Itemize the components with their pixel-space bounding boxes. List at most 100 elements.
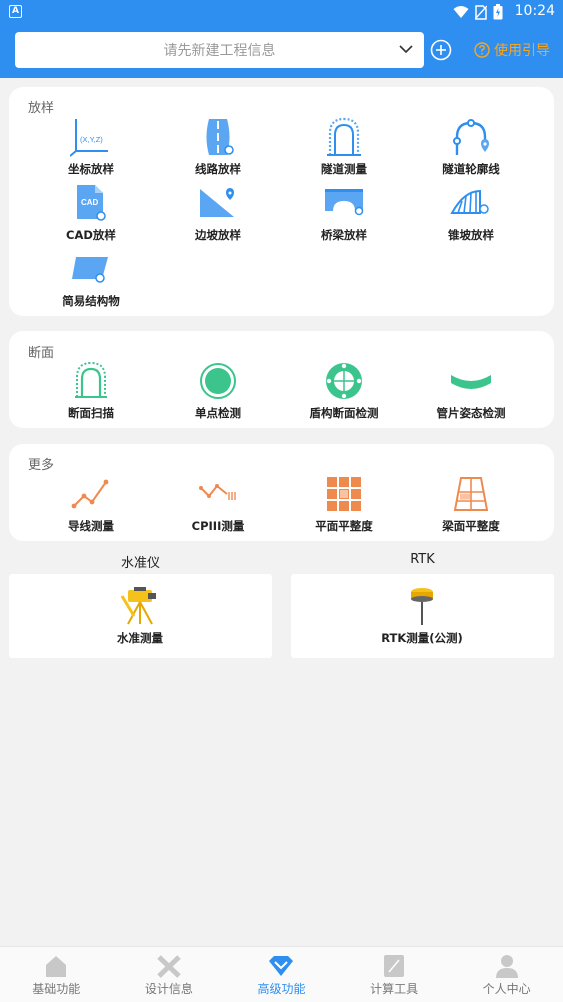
tool-label: 隧道轮廓线 bbox=[442, 162, 500, 176]
nav-advanced-functions[interactable]: 高级功能 bbox=[225, 947, 338, 1002]
level-measure-card[interactable]: 水准测量 bbox=[9, 574, 272, 658]
usage-guide-button[interactable]: 使用引导 bbox=[474, 39, 550, 61]
cad-icon-text: CAD bbox=[81, 198, 99, 207]
section-title: 断面 bbox=[28, 346, 55, 361]
nav-label: 高级功能 bbox=[257, 982, 306, 996]
cpiii-icon bbox=[199, 484, 236, 500]
traverse-icon bbox=[71, 479, 109, 509]
rtk-section-title: RTK bbox=[410, 552, 435, 567]
tool-label: 边坡放样 bbox=[195, 228, 241, 242]
diamond-icon bbox=[269, 956, 294, 976]
tool-label: 导线测量 bbox=[68, 519, 114, 533]
tool-single-point[interactable]: 单点检测 bbox=[158, 361, 278, 421]
status-icons bbox=[453, 4, 503, 20]
simple-structure-icon bbox=[72, 257, 108, 283]
cad-file-icon: CAD bbox=[77, 185, 106, 221]
home-icon bbox=[46, 956, 67, 977]
clock: 10:24 bbox=[514, 3, 555, 19]
notification-badge: A bbox=[9, 5, 22, 18]
chevron-down-icon bbox=[399, 45, 413, 54]
tool-label: RTK测量(公测) bbox=[381, 631, 463, 645]
app-bar: 请先新建工程信息 使用引导 bbox=[0, 24, 563, 78]
level-section-title: 水准仪 bbox=[120, 556, 160, 571]
tunnel-measure-icon bbox=[327, 117, 361, 156]
tool-cad-stakeout[interactable]: CAD CAD放样 bbox=[31, 183, 151, 243]
no-sim-icon bbox=[475, 4, 487, 20]
stakeout-title: 放样 bbox=[28, 101, 55, 116]
tool-cpiii[interactable]: CPIII测量 bbox=[158, 474, 278, 534]
tool-label: 断面扫描 bbox=[68, 406, 114, 420]
rtk-measure-card[interactable]: RTK测量(公测) bbox=[291, 574, 554, 658]
single-point-icon bbox=[200, 363, 236, 399]
status-bar: A 10:24 bbox=[0, 0, 563, 24]
more-title: 更多 bbox=[28, 458, 55, 473]
tool-label: 管片姿态检测 bbox=[436, 406, 506, 420]
user-icon bbox=[495, 955, 518, 978]
stakeout-card: 放样 (X,Y,Z) 坐标放样 线路放样 隧道测量 隧道轮廓线 CAD CAD放… bbox=[9, 87, 554, 316]
rtk-antenna-icon bbox=[411, 588, 433, 625]
bridge-icon bbox=[325, 189, 364, 216]
slope-icon bbox=[200, 188, 234, 217]
tool-label: 平面平整度 bbox=[315, 519, 373, 533]
tool-beam-flatness[interactable]: 梁面平整度 bbox=[411, 474, 531, 534]
tool-shield-section[interactable]: 盾构断面检测 bbox=[284, 361, 404, 421]
tool-label: 锥坡放样 bbox=[448, 228, 494, 242]
shield-section-icon bbox=[326, 363, 362, 399]
tool-label: 水准测量 bbox=[117, 631, 163, 645]
tool-label: 单点检测 bbox=[195, 406, 241, 420]
nav-personal-center[interactable]: 个人中心 bbox=[450, 947, 563, 1002]
tool-label: 盾构断面检测 bbox=[309, 406, 379, 420]
tool-level-measure[interactable]: 水准测量 bbox=[80, 586, 200, 646]
nav-basic-functions[interactable]: 基础功能 bbox=[0, 947, 113, 1002]
section-scan-icon bbox=[75, 361, 107, 398]
plane-flatness-icon bbox=[327, 477, 361, 511]
calculator-icon bbox=[384, 955, 405, 977]
tool-simple-structure[interactable]: 简易结构物 bbox=[31, 249, 151, 309]
tool-cone-slope-stakeout[interactable]: 锥坡放样 bbox=[411, 183, 531, 243]
tool-plane-flatness[interactable]: 平面平整度 bbox=[284, 474, 404, 534]
road-route-icon bbox=[206, 119, 234, 155]
tool-label: 坐标放样 bbox=[68, 162, 114, 176]
project-select[interactable]: 请先新建工程信息 bbox=[15, 32, 424, 68]
segment-attitude-icon bbox=[451, 375, 491, 389]
tool-label: CPIII测量 bbox=[191, 519, 245, 533]
design-tools-icon bbox=[157, 955, 181, 978]
more-card: 更多 导线测量 CPIII测量 平面平整度 梁面平整度 bbox=[9, 444, 554, 541]
tool-coordinate-stakeout[interactable]: (X,Y,Z) 坐标放样 bbox=[31, 117, 151, 177]
tool-label: 线路放样 bbox=[195, 162, 241, 176]
nav-label: 设计信息 bbox=[144, 982, 193, 996]
tool-rtk-measure[interactable]: RTK测量(公测) bbox=[362, 586, 482, 646]
coord-icon-text: (X,Y,Z) bbox=[80, 135, 103, 144]
project-placeholder: 请先新建工程信息 bbox=[163, 43, 276, 59]
battery-icon bbox=[493, 4, 503, 20]
cone-slope-icon bbox=[450, 189, 489, 214]
tool-label: 桥梁放样 bbox=[321, 228, 367, 242]
section-card: 断面 断面扫描 单点检测 盾构断面检测 管片姿态检测 bbox=[9, 331, 554, 428]
tool-route-stakeout[interactable]: 线路放样 bbox=[158, 117, 278, 177]
bottom-nav: 基础功能 设计信息 高级功能 计算工具 个人中心 bbox=[0, 946, 563, 1002]
tunnel-profile-icon bbox=[453, 119, 489, 155]
add-project-button[interactable] bbox=[430, 39, 452, 61]
tool-label: CAD放样 bbox=[66, 228, 116, 242]
tool-tunnel-measure[interactable]: 隧道测量 bbox=[284, 117, 404, 177]
tool-label: 简易结构物 bbox=[62, 294, 120, 308]
tool-segment-attitude[interactable]: 管片姿态检测 bbox=[411, 361, 531, 421]
tool-label: 梁面平整度 bbox=[442, 519, 500, 533]
tool-tunnel-profile[interactable]: 隧道轮廓线 bbox=[411, 117, 531, 177]
level-instrument-icon bbox=[120, 587, 156, 625]
tool-traverse[interactable]: 导线测量 bbox=[31, 474, 151, 534]
usage-guide-label: 使用引导 bbox=[494, 43, 550, 59]
nav-label: 计算工具 bbox=[370, 982, 419, 996]
nav-design-info[interactable]: 设计信息 bbox=[113, 947, 226, 1002]
nav-calc-tools[interactable]: 计算工具 bbox=[338, 947, 451, 1002]
tool-bridge-stakeout[interactable]: 桥梁放样 bbox=[284, 183, 404, 243]
help-icon bbox=[474, 42, 490, 58]
tool-slope-stakeout[interactable]: 边坡放样 bbox=[158, 183, 278, 243]
nav-label: 个人中心 bbox=[482, 982, 531, 996]
tool-label: 隧道测量 bbox=[321, 162, 367, 176]
tool-section-scan[interactable]: 断面扫描 bbox=[31, 361, 151, 421]
nav-label: 基础功能 bbox=[32, 982, 81, 996]
beam-flatness-icon bbox=[453, 477, 489, 511]
coordinate-axis-icon: (X,Y,Z) bbox=[70, 119, 108, 157]
wifi-icon bbox=[453, 6, 469, 18]
